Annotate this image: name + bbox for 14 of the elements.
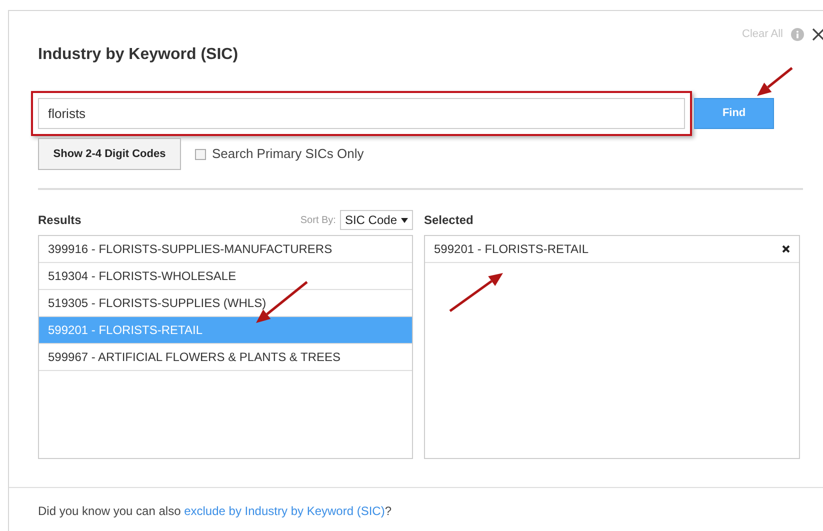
- results-heading: Results: [38, 212, 82, 229]
- checkbox-label: Search Primary SICs Only: [212, 145, 364, 164]
- dialog-title: Industry by Keyword (SIC): [38, 45, 240, 65]
- selected-item: 599201 - FLORISTS-RETAIL: [434, 241, 588, 258]
- sort-select[interactable]: SIC Code: [340, 210, 413, 230]
- search-field[interactable]: florists: [38, 98, 686, 129]
- selected-heading: Selected: [424, 212, 474, 229]
- footer-text: Did you know you can also exclude by Industry by Keyword (SIC)?: [38, 503, 393, 520]
- sort-label: Sort By:: [300, 214, 336, 228]
- remove-icon[interactable]: [782, 245, 790, 253]
- checkbox[interactable]: [195, 148, 206, 160]
- caret-icon: [401, 218, 408, 222]
- show-codes-button[interactable]: Show 2-4 Digit Codes: [38, 138, 181, 170]
- close-icon[interactable]: [812, 28, 823, 40]
